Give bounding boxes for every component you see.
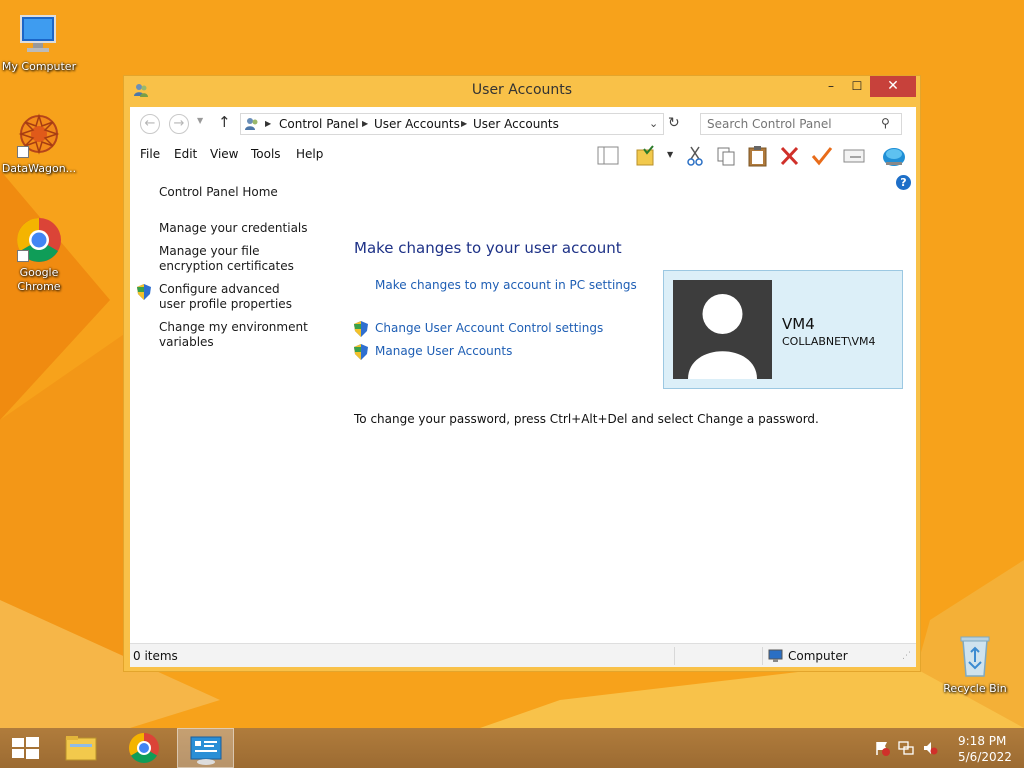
status-divider [674,647,675,665]
file-explorer-icon [65,736,97,761]
copy-icon[interactable] [714,145,738,167]
paste-icon[interactable] [746,145,770,167]
desktop-icon-label: Google Chrome [17,266,61,293]
menu-help[interactable]: Help [296,147,323,161]
help-icon[interactable]: ? [896,175,911,190]
shortcut-arrow-icon [17,250,29,262]
taskbar: 9:18 PM 5/6/2022 [0,728,1024,768]
forward-button[interactable]: → [169,114,189,134]
taskbar-control-panel[interactable] [177,728,234,768]
navigation-bar: ← → ▼ ↑ ▶ Control Panel ▶ User Accounts … [130,107,916,141]
action-center-flag-icon[interactable] [874,740,890,756]
menu-view[interactable]: View [210,147,238,161]
uac-shield-icon [137,284,151,300]
breadcrumb-control-panel[interactable]: Control Panel [279,117,359,131]
shortcut-arrow-icon [17,146,29,158]
minimize-button[interactable]: – [818,76,844,97]
control-panel-icon [190,736,222,765]
status-divider [762,647,763,665]
properties-checkmark-icon[interactable] [810,145,834,167]
delete-icon[interactable] [778,145,802,167]
windows-logo-icon [12,737,39,759]
item-count: 0 items [133,649,178,663]
page-title: Make changes to your user account [354,239,622,257]
manage-encryption-certificates-link[interactable]: Manage your file encryption certificates [159,244,319,274]
title-bar[interactable]: User Accounts – ☐ ✕ [124,76,920,104]
refresh-icon[interactable]: ↻ [668,116,680,130]
desktop-icon-my-computer[interactable]: My Computer [0,10,78,74]
breadcrumb-separator-icon: ▶ [265,119,272,128]
uac-settings-link[interactable]: Change User Account Control settings [375,321,603,335]
desktop-icon-recycle-bin[interactable]: Recycle Bin [936,632,1014,696]
menu-edit[interactable]: Edit [174,147,197,161]
address-dropdown-chevron-icon[interactable]: ⌄ [649,117,658,130]
preview-pane-icon[interactable] [596,145,620,167]
folder-options-chevron-icon[interactable]: ▼ [667,150,673,159]
breadcrumb-separator-icon: ▶ [362,119,369,128]
desktop-icon-label: Recycle Bin [943,682,1007,695]
close-button[interactable]: ✕ [870,76,916,97]
clock-time[interactable]: 9:18 PM [958,734,1006,748]
recent-locations-chevron-icon[interactable]: ▼ [197,116,203,125]
menu-tools[interactable]: Tools [251,147,281,161]
search-input[interactable] [707,115,877,133]
location-label: Computer [788,649,848,663]
details-view-icon[interactable] [842,145,866,167]
start-button[interactable] [0,728,56,768]
back-button[interactable]: ← [140,114,160,134]
desktop-icon-datawagon[interactable]: DataWagon... [0,112,78,176]
computer-icon [15,10,63,58]
user-name: VM4 [782,315,815,333]
recycle-bin-icon [951,632,999,680]
search-box[interactable]: ⚲ [700,113,902,135]
network-globe-icon[interactable] [882,145,906,167]
resize-grip-icon[interactable]: ⋰ [902,651,911,661]
up-button[interactable]: ↑ [218,113,231,131]
address-bar[interactable]: ▶ Control Panel ▶ User Accounts ▶ User A… [240,113,664,135]
content-area: ← → ▼ ↑ ▶ Control Panel ▶ User Accounts … [130,107,916,667]
user-card: VM4 COLLABNET\VM4 [663,270,903,389]
user-domain: COLLABNET\VM4 [782,335,876,348]
network-icon[interactable] [898,740,914,756]
breadcrumb-user-accounts[interactable]: User Accounts [374,117,460,131]
control-panel-home-link[interactable]: Control Panel Home [159,185,329,200]
breadcrumb-separator-icon: ▶ [461,119,468,128]
manage-user-accounts-link[interactable]: Manage User Accounts [375,344,512,358]
desktop-icon-google-chrome[interactable]: Google Chrome [0,216,78,294]
control-panel-icon [244,116,260,132]
clock-date[interactable]: 5/6/2022 [958,750,1012,764]
folder-options-icon[interactable] [634,145,658,167]
menu-toolbar-row: File Edit View Tools Help ▼ ? [130,143,916,190]
password-note: To change your password, press Ctrl+Alt+… [354,412,819,426]
manage-credentials-link[interactable]: Manage your credentials [159,221,329,236]
change-environment-variables-link[interactable]: Change my environment variables [159,320,309,350]
user-avatar [673,280,772,379]
uac-shield-icon [354,344,368,360]
cut-icon[interactable] [684,145,708,167]
search-icon[interactable]: ⚲ [881,116,890,130]
maximize-button[interactable]: ☐ [844,76,870,97]
status-bar: 0 items Computer ⋰ [130,643,916,667]
desktop-icon-label: My Computer [1,60,77,73]
pc-settings-link[interactable]: Make changes to my account in PC setting… [375,278,637,292]
menu-file[interactable]: File [140,147,160,161]
taskbar-chrome[interactable] [116,728,172,768]
configure-advanced-profile-link[interactable]: Configure advanced user profile properti… [159,282,309,312]
desktop-icon-label: DataWagon... [1,162,77,175]
breadcrumb-user-accounts-current[interactable]: User Accounts [473,117,559,131]
window-title: User Accounts [471,82,573,98]
user-accounts-window: User Accounts – ☐ ✕ ← → ▼ ↑ ▶ Control Pa… [123,75,921,672]
taskbar-file-explorer[interactable] [54,728,110,768]
volume-muted-icon[interactable] [922,740,938,756]
datawagon-icon [15,112,63,160]
uac-shield-icon [354,321,368,337]
chrome-icon [15,216,63,264]
computer-icon [768,649,784,663]
chrome-icon [128,733,159,764]
